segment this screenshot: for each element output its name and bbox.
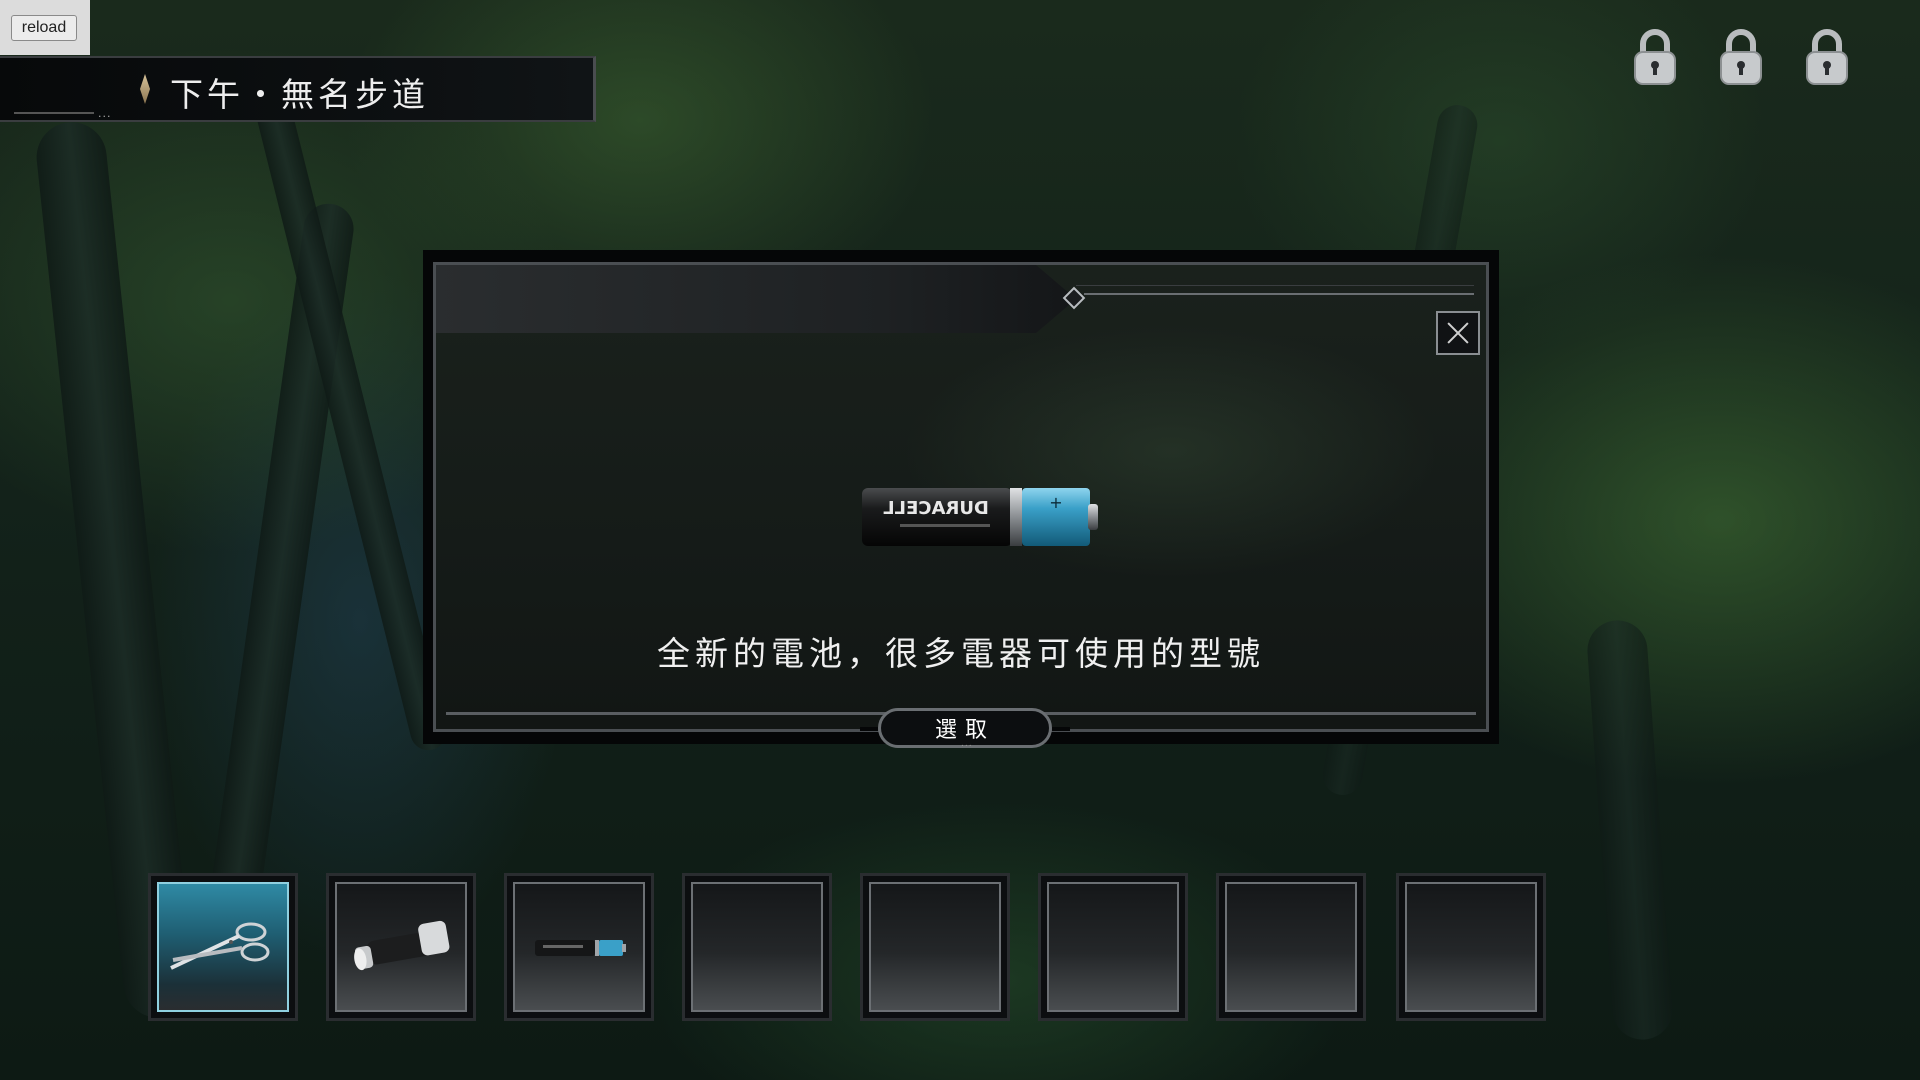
- location-title: 下午・無名步道: [170, 75, 429, 114]
- item-description: 全新的電池，很多電器可使用的型號: [657, 634, 1265, 673]
- inventory-slot-6[interactable]: [1038, 873, 1188, 1021]
- inventory-slot-frame: [1225, 882, 1357, 1012]
- location-marker-icon: [140, 74, 150, 104]
- select-button-dots: ...: [961, 739, 973, 749]
- close-button[interactable]: [1436, 311, 1480, 355]
- location-bar: 下午・無名步道 ...: [0, 56, 596, 122]
- inventory-slot-2[interactable]: [326, 873, 476, 1021]
- inventory-slot-7[interactable]: [1216, 873, 1366, 1021]
- svg-text:+: +: [1049, 493, 1062, 512]
- inventory-slot-frame: [1405, 882, 1537, 1012]
- inventory-slot-frame: [869, 882, 1001, 1012]
- select-button[interactable]: 選取 ...: [878, 708, 1052, 749]
- reload-panel: reload: [0, 0, 90, 55]
- select-button-flank: [1052, 727, 1070, 731]
- location-underline: [14, 112, 94, 114]
- padlock-icon[interactable]: [1630, 26, 1680, 88]
- background-tree-trunk: [1585, 618, 1675, 1042]
- inventory-slot-4[interactable]: [682, 873, 832, 1021]
- inventory-slot-frame: [1047, 882, 1179, 1012]
- flashlight-icon: [354, 920, 450, 971]
- inventory-slot-5[interactable]: [860, 873, 1010, 1021]
- inventory-slot-1[interactable]: [148, 873, 298, 1021]
- reload-button[interactable]: reload: [11, 15, 77, 41]
- inventory-slot-frame: [335, 882, 467, 1012]
- dialog-header-bar: [436, 265, 1076, 333]
- inventory-slot-frame: [513, 882, 645, 1012]
- inventory-slot-frame: [691, 882, 823, 1012]
- padlock-icon[interactable]: [1716, 26, 1766, 88]
- inventory-slot-8[interactable]: [1396, 873, 1546, 1021]
- scissors-icon: [170, 922, 270, 970]
- location-dots: ...: [98, 107, 112, 120]
- padlock-icon[interactable]: [1802, 26, 1852, 88]
- battery-icon: + DURACELL: [862, 488, 1098, 546]
- inventory-slot-frame: [157, 882, 289, 1012]
- inventory-slot-3[interactable]: [504, 873, 654, 1021]
- item-detail-panel: + DURACELL 全新的電池，很多電器可使用的型號: [433, 262, 1489, 732]
- battery-icon: [535, 940, 626, 956]
- item-detail-dialog: + DURACELL 全新的電池，很多電器可使用的型號: [423, 250, 1499, 744]
- header-divider: [1076, 285, 1474, 286]
- header-divider: [1084, 293, 1474, 295]
- select-button-flank: [860, 727, 878, 731]
- svg-text:DURACELL: DURACELL: [883, 498, 989, 519]
